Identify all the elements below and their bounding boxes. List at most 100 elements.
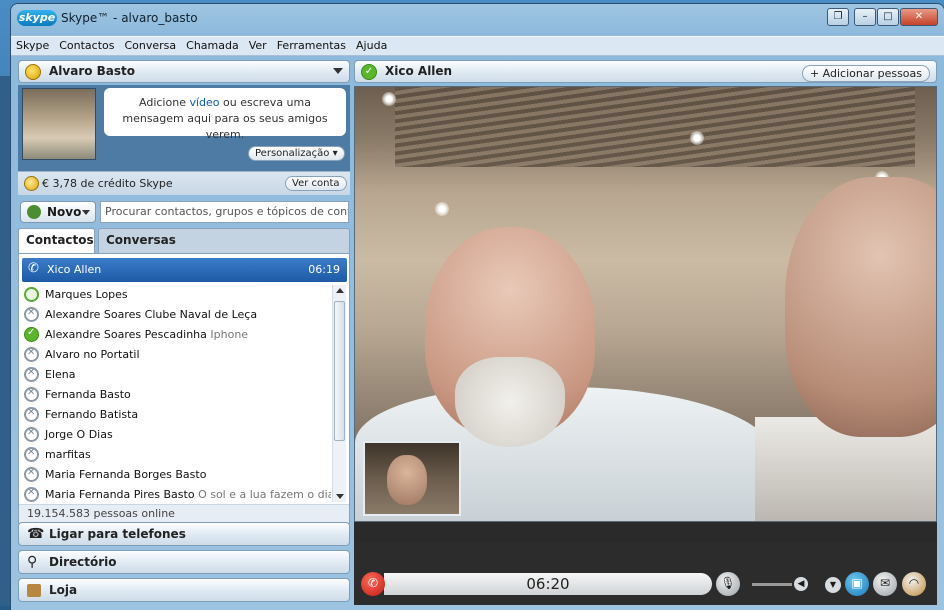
- menu-skype[interactable]: Skype: [11, 37, 54, 55]
- minimize-button[interactable]: –: [854, 8, 876, 26]
- contact-row[interactable]: Maria Fernanda Pires Basto O sol e a lua…: [22, 485, 331, 503]
- contact-name: Fernanda Basto: [45, 388, 131, 401]
- contact-row[interactable]: Jorge O Dias: [22, 425, 331, 445]
- new-button[interactable]: Novo: [20, 201, 96, 223]
- offline-status-icon: [24, 427, 39, 442]
- credit-text: € 3,78 de crédito Skype: [42, 177, 173, 190]
- menu-contactos[interactable]: Contactos: [54, 37, 119, 55]
- desktop-edge: [0, 76, 10, 606]
- maximize-button[interactable]: □: [877, 8, 899, 26]
- contact-row[interactable]: Alvaro no Portatil: [22, 345, 331, 365]
- video-person-right-head: [785, 177, 936, 437]
- offline-status-icon: [24, 447, 39, 462]
- shop-section[interactable]: Loja: [18, 578, 350, 602]
- chat-button[interactable]: ✉: [873, 572, 897, 596]
- menu-bar: Skype Contactos Conversa Chamada Ver Ferramen…: [11, 36, 944, 56]
- contact-name: Jorge O Dias: [45, 428, 113, 441]
- contact-row[interactable]: Alexandre Soares Pescadinha Iphone: [22, 325, 331, 345]
- close-button[interactable]: ✕: [900, 8, 938, 26]
- contact-name-line: Jorge O Dias: [45, 428, 113, 441]
- view-account-button[interactable]: Ver conta: [285, 176, 347, 191]
- shopping-bag-icon: [27, 584, 41, 597]
- contact-row[interactable]: Marques Lopes: [22, 285, 331, 305]
- phone-status-icon: [24, 287, 39, 302]
- offline-status-icon: [24, 347, 39, 362]
- directory-section[interactable]: ⚲ Directório: [18, 550, 350, 574]
- video-link[interactable]: vídeo: [189, 96, 219, 109]
- contact-mood: O sol e a lua fazem o dia...: [198, 488, 331, 501]
- search-input[interactable]: Procurar contactos, grupos e tópicos de …: [100, 201, 349, 223]
- contact-row[interactable]: Maria Fernanda Borges Basto: [22, 465, 331, 485]
- menu-ajuda[interactable]: Ajuda: [351, 37, 392, 55]
- contact-row[interactable]: Fernanda Basto: [22, 385, 331, 405]
- add-people-button[interactable]: + Adicionar pessoas: [801, 65, 930, 82]
- volume-slider[interactable]: [752, 583, 792, 586]
- call-controls: 06:20 ✆ 🎙 ◀ ▼ ▣ ✉ ◠: [354, 542, 937, 605]
- contact-row[interactable]: Fernando Batista: [22, 405, 331, 425]
- scrollbar-thumb[interactable]: [334, 301, 345, 441]
- hang-up-button[interactable]: ✆: [361, 572, 385, 596]
- shop-label: Loja: [49, 583, 78, 597]
- profile-header[interactable]: Alvaro Basto: [18, 60, 350, 83]
- active-call-time: 06:19: [308, 263, 340, 276]
- menu-ver[interactable]: Ver: [244, 37, 272, 55]
- scroll-up-icon[interactable]: [336, 288, 344, 293]
- video-toggle-button[interactable]: ▣: [845, 572, 869, 596]
- new-button-label: Novo: [47, 205, 82, 219]
- remote-video: [354, 86, 937, 522]
- chevron-down-icon[interactable]: [333, 68, 343, 74]
- contact-rows: Marques Lopes Alexandre Soares Clube Nava…: [22, 285, 331, 503]
- contact-row[interactable]: Alexandre Soares Clube Naval de Leça: [22, 305, 331, 325]
- scroll-down-icon[interactable]: [336, 494, 344, 499]
- hold-call-button[interactable]: ◠: [902, 572, 926, 596]
- menu-chamada[interactable]: Chamada: [181, 37, 244, 55]
- away-status-icon[interactable]: [25, 64, 41, 80]
- conversation-header: ✓ Xico Allen + Adicionar pessoas: [354, 60, 937, 83]
- contact-row[interactable]: Elena: [22, 365, 331, 385]
- contact-list-scrollbar[interactable]: [332, 285, 346, 502]
- contact-list: ✆ Xico Allen 06:19 Marques Lopes Alexandr…: [18, 253, 350, 524]
- contact-name-line: Fernando Batista: [45, 408, 138, 421]
- video-light: [435, 202, 449, 216]
- menu-ferramentas[interactable]: Ferramentas: [272, 37, 351, 55]
- phone-icon: ✆: [28, 261, 39, 276]
- contact-row[interactable]: marfitas: [22, 445, 331, 465]
- directory-label: Directório: [49, 555, 117, 569]
- window-title: Skype™ - alvaro_basto: [61, 11, 198, 25]
- mood-text-pre: Adicione: [139, 96, 190, 109]
- contact-name-line: Alexandre Soares Pescadinha Iphone: [45, 328, 248, 341]
- call-phones-section[interactable]: ☎ Ligar para telefones: [18, 522, 350, 546]
- self-view-video[interactable]: [363, 441, 461, 516]
- video-ceiling: [395, 87, 915, 167]
- skype-logo: skype: [17, 10, 57, 26]
- skype-credit-icon: [24, 176, 39, 191]
- contact-name: Elena: [45, 368, 76, 381]
- contact-name: marfitas: [45, 448, 91, 461]
- profile-avatar[interactable]: [22, 88, 96, 160]
- video-light: [690, 131, 704, 145]
- tab-conversas[interactable]: Conversas: [98, 228, 350, 253]
- conversation-panel: ✓ Xico Allen + Adicionar pessoas 06:20 ✆…: [354, 60, 937, 605]
- contact-name-line: Alvaro no Portatil: [45, 348, 140, 361]
- contact-name: Alvaro no Portatil: [45, 348, 140, 361]
- contact-mood: Iphone: [210, 328, 249, 341]
- tab-contactos[interactable]: Contactos: [18, 228, 95, 254]
- offline-status-icon: [24, 387, 39, 402]
- magnifier-icon: ⚲: [27, 554, 38, 570]
- contact-name-line: Elena: [45, 368, 76, 381]
- chevron-down-icon[interactable]: ▼: [825, 577, 841, 593]
- tab-strip: Contactos Conversas: [18, 228, 350, 254]
- active-call-row[interactable]: ✆ Xico Allen 06:19: [22, 258, 347, 282]
- active-call-name: Xico Allen: [47, 263, 102, 276]
- mood-message-bubble[interactable]: Adicione vídeo ou escreva uma mensagem a…: [104, 88, 346, 141]
- contact-name: Alexandre Soares Clube Naval de Leça: [45, 308, 258, 321]
- personalize-button[interactable]: Personalização ▾: [248, 146, 345, 161]
- mute-microphone-button[interactable]: 🎙: [716, 572, 740, 596]
- speaker-icon[interactable]: ◀: [794, 577, 808, 591]
- compact-view-button[interactable]: ❐: [827, 8, 849, 26]
- contact-name-line: Maria Fernanda Borges Basto: [45, 468, 206, 481]
- call-timer: 06:20: [384, 573, 712, 595]
- menu-conversa[interactable]: Conversa: [120, 37, 182, 55]
- contact-name: Maria Fernanda Pires Basto: [45, 488, 195, 501]
- contact-name: Alexandre Soares Pescadinha: [45, 328, 207, 341]
